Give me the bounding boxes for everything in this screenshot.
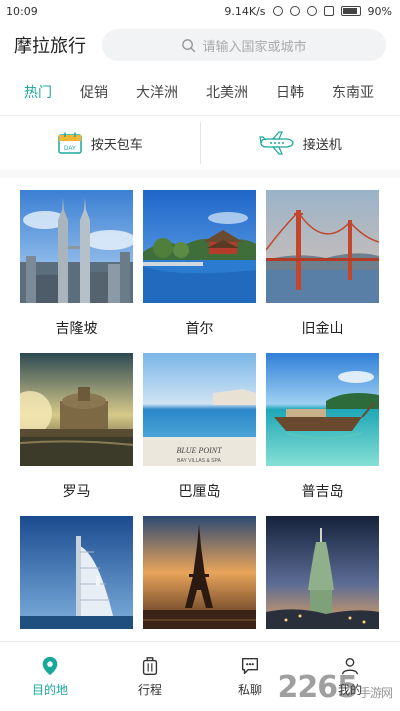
watermark: 2265 手游网: [277, 670, 393, 705]
destination-name: 巴厘岛: [178, 484, 221, 500]
destination-image: [143, 190, 256, 303]
destination-image: [20, 516, 133, 629]
network-speed: 9.14K/s: [224, 4, 266, 18]
search-placeholder: 请输入国家或城市: [202, 39, 307, 55]
location-pin-icon: [42, 656, 58, 676]
watermark-text: 2265: [277, 670, 357, 705]
app-header: 摩拉旅行 请输入国家或城市: [0, 22, 400, 68]
nav-itinerary-label: 行程: [137, 683, 162, 697]
tab-hot[interactable]: 热门: [24, 82, 52, 102]
destination-name: 吉隆坡: [55, 321, 98, 337]
destination-grid: 吉隆坡 首尔 旧金山 罗马 BLUE POINT BAY VILLAS & SP…: [0, 178, 400, 679]
day-charter-label: 按天包车: [90, 137, 143, 153]
sync-icon: [272, 6, 283, 16]
airport-transfer-button[interactable]: 接送机: [201, 131, 400, 155]
mute-icon: [289, 6, 300, 16]
destination-image: [143, 516, 256, 629]
status-time: 10:09: [6, 4, 38, 18]
wifi-icon: [306, 6, 317, 16]
destination-card[interactable]: 普吉岛: [266, 353, 379, 516]
airport-transfer-label: 接送机: [302, 137, 342, 153]
watermark-subtext: 手游网: [358, 686, 393, 700]
nav-chat-label: 私聊: [237, 683, 262, 697]
battery-level: 90%: [367, 4, 392, 18]
destination-name: 首尔: [185, 321, 214, 337]
destination-image: [266, 353, 379, 466]
chat-bubble-icon: [241, 657, 259, 675]
tab-north-america[interactable]: 北美洲: [206, 82, 248, 102]
search-icon: [182, 38, 196, 52]
region-tabs: 热门 促销 大洋洲 北美洲 日韩 东南亚: [0, 68, 400, 116]
app-title: 摩拉旅行: [14, 36, 86, 57]
destination-card[interactable]: 罗马: [20, 353, 133, 516]
pool-sign-subtext: BAY VILLAS & SPA: [177, 458, 221, 464]
status-bar: 10:09 9.14K/s 90%: [0, 0, 400, 22]
nav-itinerary[interactable]: 行程: [100, 642, 200, 711]
tab-southeast-asia[interactable]: 东南亚: [332, 82, 374, 102]
airplane-icon: [259, 131, 294, 155]
tab-japan-korea[interactable]: 日韩: [276, 82, 304, 102]
destination-card[interactable]: BLUE POINT BAY VILLAS & SPA 巴厘岛: [143, 353, 256, 516]
tab-promotion[interactable]: 促销: [80, 82, 108, 102]
calendar-day-icon: DAY: [57, 132, 82, 154]
destination-card[interactable]: 旧金山: [266, 190, 379, 353]
pool-sign-text: BLUE POINT: [176, 446, 222, 455]
calendar-day-text: DAY: [64, 146, 76, 152]
nav-destination[interactable]: 目的地: [0, 642, 100, 711]
destination-image: BLUE POINT BAY VILLAS & SPA: [143, 353, 256, 466]
service-bar: DAY 按天包车 接送机: [0, 116, 400, 178]
tab-oceania[interactable]: 大洋洲: [136, 82, 178, 102]
destination-name: 旧金山: [301, 321, 344, 337]
destination-card[interactable]: 首尔: [143, 190, 256, 353]
destination-image: [20, 353, 133, 466]
battery-icon: [340, 6, 361, 16]
destination-card[interactable]: 吉隆坡: [20, 190, 133, 353]
destination-name: 罗马: [62, 484, 91, 500]
search-input[interactable]: 请输入国家或城市: [102, 29, 386, 61]
destination-image: [266, 516, 379, 629]
destination-image: [20, 190, 133, 303]
destination-name: 普吉岛: [301, 484, 344, 500]
sim-icon: [323, 6, 334, 16]
luggage-icon: [142, 657, 158, 675]
bottom-nav: 目的地 行程 私聊 我的 2265 手游网: [0, 641, 400, 711]
day-charter-button[interactable]: DAY 按天包车: [0, 131, 200, 155]
destination-image: [266, 190, 379, 303]
nav-destination-label: 目的地: [31, 683, 68, 697]
